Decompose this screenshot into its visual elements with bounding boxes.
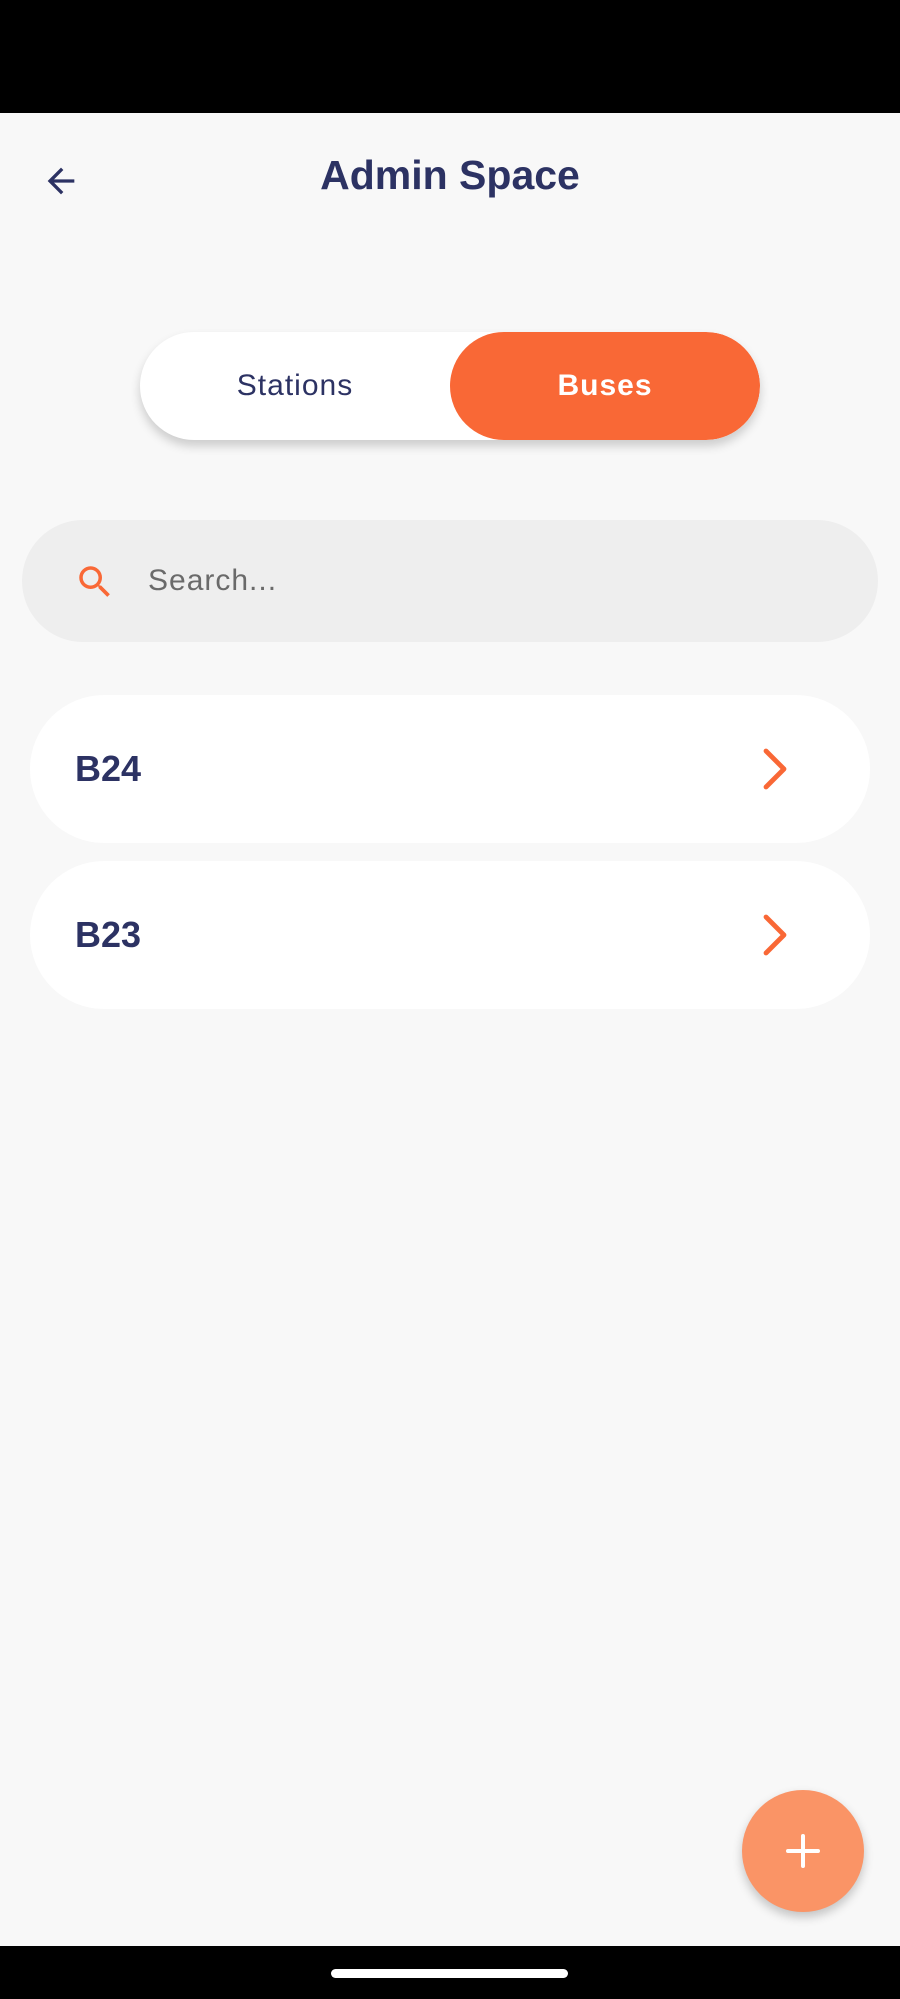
- back-button[interactable]: [30, 150, 92, 212]
- page-title: Admin Space: [320, 152, 580, 198]
- bus-list: B24 B23: [30, 695, 870, 1027]
- bus-name: B24: [75, 748, 142, 789]
- app-header: Admin Space: [0, 113, 900, 237]
- arrow-left-icon: [47, 167, 75, 195]
- device-screen: Admin Space Stations Buses B24: [0, 0, 900, 1999]
- home-indicator[interactable]: [331, 1969, 568, 1978]
- chevron-right-icon: [763, 748, 787, 790]
- search-bar: [22, 520, 878, 642]
- bus-name: B23: [75, 914, 142, 955]
- tab-switcher: Stations Buses: [140, 332, 760, 440]
- list-item-bus[interactable]: B23: [30, 861, 870, 1009]
- plus-icon: [786, 1834, 820, 1868]
- admin-space-screen: Admin Space Stations Buses B24: [0, 113, 900, 1946]
- add-bus-button[interactable]: [742, 1790, 864, 1912]
- chevron-right-icon: [763, 914, 787, 956]
- tab-buses[interactable]: Buses: [450, 332, 760, 440]
- tab-stations[interactable]: Stations: [140, 332, 450, 440]
- list-item-bus[interactable]: B24: [30, 695, 870, 843]
- search-input[interactable]: [148, 520, 848, 642]
- search-icon: [79, 566, 110, 597]
- status-bar: [0, 0, 900, 113]
